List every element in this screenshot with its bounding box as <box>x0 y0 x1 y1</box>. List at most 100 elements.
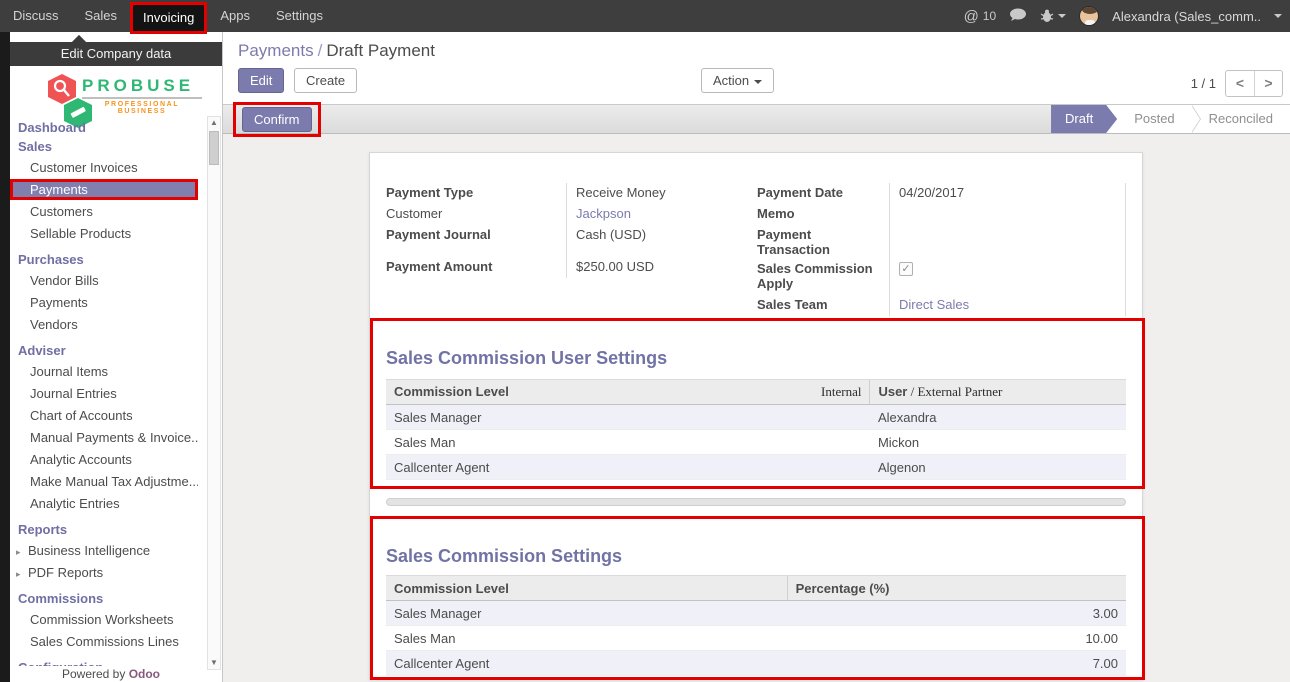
table-row[interactable]: Sales Man Mickon <box>386 430 1126 455</box>
confirm-annotation-box: Confirm <box>233 102 321 137</box>
top-navigation-bar: Discuss Sales Invoicing Apps Settings @ … <box>0 0 1290 32</box>
sidebar-item-journal-entries[interactable]: Journal Entries <box>10 383 198 404</box>
field-value: Receive Money <box>566 183 741 204</box>
sidebar-menu: Dashboard Sales Customer Invoices Paymen… <box>10 118 198 666</box>
field-label: Sales Team <box>757 295 889 316</box>
cell-level: Callcenter Agent <box>386 651 787 676</box>
edit-company-tooltip: Edit Company data <box>10 42 222 66</box>
column-internal-user[interactable]: User / External Partner <box>870 380 1126 405</box>
pager-previous-button[interactable]: < <box>1226 71 1254 96</box>
sidebar-scrollbar[interactable]: ▲ ▼ <box>207 116 221 670</box>
sidebar-item-label: PDF Reports <box>28 565 103 580</box>
table-header-row: Commission Level Percentage (%) <box>386 576 1126 601</box>
powered-by-text: Powered by <box>62 667 129 681</box>
menu-apps[interactable]: Apps <box>207 0 263 32</box>
action-dropdown-button[interactable]: Action <box>701 68 774 93</box>
logo-subtitle: PROFESSIONAL BUSINESS <box>82 101 202 115</box>
cell-user: Algenon <box>870 455 1126 480</box>
sidebar-item-sales-commissions-lines[interactable]: Sales Commissions Lines <box>10 631 198 652</box>
confirm-button[interactable]: Confirm <box>242 107 312 132</box>
sidebar-item-sellable-products[interactable]: Sellable Products <box>10 223 198 244</box>
user-menu[interactable]: Alexandra (Sales_comm.. <box>1112 9 1261 24</box>
sidebar-item-journal-items[interactable]: Journal Items <box>10 361 198 382</box>
field-spacer <box>386 246 741 257</box>
table-row[interactable]: Callcenter Agent 7.00 <box>386 651 1126 676</box>
header-internal-label: Internal <box>821 384 861 400</box>
sidebar-item-manual-tax[interactable]: Make Manual Tax Adjustme... <box>10 471 198 492</box>
field-sales-commission-apply: Sales Commission Apply ✓ <box>757 259 1126 295</box>
cell-level: Callcenter Agent <box>386 455 870 480</box>
table-row[interactable]: Sales Manager 3.00 <box>386 601 1126 626</box>
odoo-link[interactable]: Odoo <box>129 667 160 681</box>
sidebar-item-purchase-payments[interactable]: Payments <box>10 292 198 313</box>
menu-invoicing[interactable]: Invoicing <box>130 2 207 34</box>
status-posted[interactable]: Posted <box>1117 105 1191 133</box>
expand-caret-icon: ▸ <box>16 569 28 580</box>
field-memo: Memo <box>757 204 1126 225</box>
debug-bug-icon[interactable] <box>1040 9 1066 23</box>
customer-link[interactable]: Jackpson <box>576 206 631 221</box>
menu-discuss[interactable]: Discuss <box>0 0 72 32</box>
scroll-down-icon[interactable]: ▼ <box>208 657 220 669</box>
pager: 1 / 1 < > <box>1191 70 1283 97</box>
field-label: Payment Transaction <box>757 225 889 259</box>
cell-percentage: 10.00 <box>787 626 1126 651</box>
sidebar-item-payments[interactable]: Payments <box>10 179 198 200</box>
sidebar-item-pdf-reports[interactable]: ▸PDF Reports <box>10 562 198 583</box>
scrollbar-thumb[interactable] <box>209 131 219 165</box>
pager-buttons: < > <box>1225 70 1283 97</box>
pager-count: 1 / 1 <box>1191 76 1216 91</box>
sidebar-item-analytic-entries[interactable]: Analytic Entries <box>10 493 198 514</box>
field-label: Customer <box>386 204 566 225</box>
field-payment-date: Payment Date 04/20/2017 <box>757 183 1126 204</box>
field-customer: Customer Jackpson <box>386 204 741 225</box>
breadcrumb-payments-link[interactable]: Payments <box>238 41 314 60</box>
menu-sales[interactable]: Sales <box>72 0 131 32</box>
column-percentage[interactable]: Percentage (%) <box>787 576 1126 601</box>
sidebar-item-customers[interactable]: Customers <box>10 201 198 222</box>
menu-settings[interactable]: Settings <box>263 0 336 32</box>
sidebar-item-customer-invoices[interactable]: Customer Invoices <box>10 157 198 178</box>
status-draft[interactable]: Draft <box>1051 105 1117 133</box>
cell-level: Sales Manager <box>386 601 787 626</box>
sidebar-item-vendor-bills[interactable]: Vendor Bills <box>10 270 198 291</box>
sidebar-item-vendors[interactable]: Vendors <box>10 314 198 335</box>
sidebar-header-commissions: Commissions <box>10 589 198 608</box>
column-commission-level[interactable]: Commission LevelInternal <box>386 380 870 405</box>
mentions-button[interactable]: @ 10 <box>964 8 997 25</box>
table-row[interactable]: Callcenter Agent Algenon <box>386 455 1126 480</box>
user-avatar[interactable] <box>1079 6 1099 26</box>
header-user-label: User <box>878 384 907 399</box>
sidebar-header-dashboard[interactable]: Dashboard <box>10 118 198 137</box>
sidebar-header-configuration: Configuration <box>10 658 198 666</box>
section-title-user-settings: Sales Commission User Settings <box>386 348 1126 369</box>
create-button[interactable]: Create <box>294 68 357 93</box>
sales-team-link[interactable]: Direct Sales <box>899 297 969 312</box>
field-label: Payment Journal <box>386 225 566 246</box>
chat-icon[interactable] <box>1009 8 1027 25</box>
field-value: $250.00 USD <box>566 257 741 278</box>
sidebar-item-chart-of-accounts[interactable]: Chart of Accounts <box>10 405 198 426</box>
main-area: Payments/Draft Payment Edit Create Actio… <box>223 32 1290 682</box>
scroll-up-icon[interactable]: ▲ <box>208 117 220 129</box>
breadcrumb-separator: / <box>314 41 327 60</box>
table-row[interactable]: Sales Man 10.00 <box>386 626 1126 651</box>
sidebar-item-analytic-accounts[interactable]: Analytic Accounts <box>10 449 198 470</box>
sidebar-item-label: Business Intelligence <box>28 543 150 558</box>
cell-level: Sales Man <box>386 626 787 651</box>
pager-next-button[interactable]: > <box>1254 71 1282 96</box>
sidebar-item-business-intelligence[interactable]: ▸Business Intelligence <box>10 540 198 561</box>
button-row: Edit Create Action 1 / 1 < > <box>223 68 1290 98</box>
cell-user: Mickon <box>870 430 1126 455</box>
sidebar-item-manual-payments[interactable]: Manual Payments & Invoice... <box>10 427 198 448</box>
table-horizontal-scrollbar[interactable] <box>386 498 1126 506</box>
sidebar-item-commission-worksheets[interactable]: Commission Worksheets <box>10 609 198 630</box>
edit-button[interactable]: Edit <box>238 68 284 93</box>
field-payment-amount: Payment Amount $250.00 USD <box>386 257 741 278</box>
sales-commission-apply-checkbox[interactable]: ✓ <box>899 262 913 276</box>
cell-level: Sales Man <box>386 430 870 455</box>
cell-percentage: 3.00 <box>787 601 1126 626</box>
status-reconciled[interactable]: Reconciled <box>1192 105 1290 133</box>
column-commission-level[interactable]: Commission Level <box>386 576 787 601</box>
table-row[interactable]: Sales Manager Alexandra <box>386 405 1126 430</box>
